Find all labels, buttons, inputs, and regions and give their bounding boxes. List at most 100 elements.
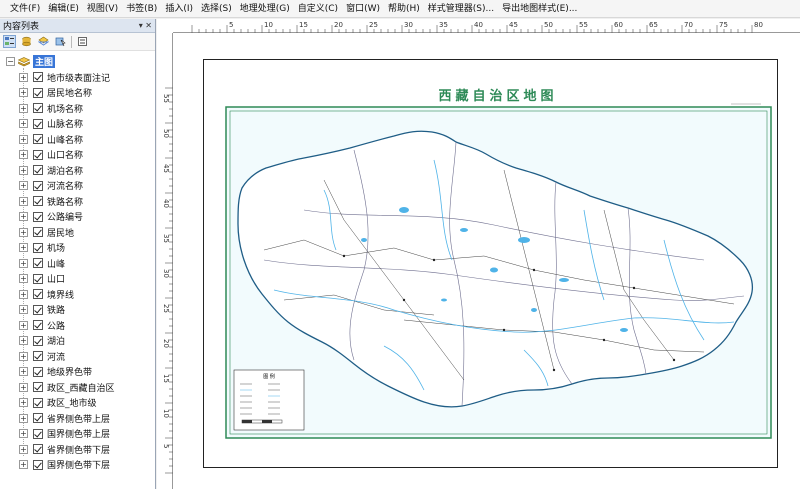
layer-visibility-checkbox[interactable] xyxy=(33,428,43,439)
layer-visibility-checkbox[interactable] xyxy=(33,227,43,238)
layer-visibility-checkbox[interactable] xyxy=(33,180,43,191)
layer-visibility-checkbox[interactable] xyxy=(33,335,43,346)
layer-label[interactable]: 湖泊名称 xyxy=(47,164,83,177)
toc-header-buttons[interactable]: ▾ ✕ xyxy=(139,21,152,30)
map-frame-row[interactable]: − 主图 xyxy=(0,54,155,70)
expand-icon[interactable]: + xyxy=(19,150,28,160)
layer-row[interactable]: + 河流名称 xyxy=(0,178,155,194)
menu-item-10[interactable]: 样式管理器(S)... xyxy=(424,0,498,17)
layer-visibility-checkbox[interactable] xyxy=(33,211,43,222)
layer-label[interactable]: 境界线 xyxy=(47,288,74,301)
layer-visibility-checkbox[interactable] xyxy=(33,289,43,300)
layer-label[interactable]: 省界侧色带上层 xyxy=(47,412,110,425)
layer-visibility-checkbox[interactable] xyxy=(33,273,43,284)
expand-icon[interactable]: + xyxy=(19,336,28,346)
layer-row[interactable]: + 山口名称 xyxy=(0,147,155,163)
options-icon[interactable] xyxy=(76,35,89,48)
layer-row[interactable]: + 公路 xyxy=(0,318,155,334)
layer-row[interactable]: + 山脉名称 xyxy=(0,116,155,132)
layer-label[interactable]: 居民地 xyxy=(47,226,74,239)
layer-label[interactable]: 山峰名称 xyxy=(47,133,83,146)
layer-visibility-checkbox[interactable] xyxy=(33,87,43,98)
layer-row[interactable]: + 政区_西藏自治区 xyxy=(0,380,155,396)
expand-icon[interactable]: + xyxy=(19,72,28,82)
menu-item-1[interactable]: 编辑(E) xyxy=(44,0,83,17)
menu-item-11[interactable]: 导出地图样式(E)... xyxy=(498,0,581,17)
layer-visibility-checkbox[interactable] xyxy=(33,397,43,408)
layout-page[interactable]: 西藏自治区地图 图 例 xyxy=(203,59,778,468)
layer-row[interactable]: + 河流 xyxy=(0,349,155,365)
layer-visibility-checkbox[interactable] xyxy=(33,103,43,114)
map-frame-label[interactable]: 主图 xyxy=(33,55,56,69)
layer-row[interactable]: + 国界侧色带上层 xyxy=(0,426,155,442)
expand-icon[interactable]: + xyxy=(19,460,28,470)
layer-visibility-checkbox[interactable] xyxy=(33,351,43,362)
menu-item-4[interactable]: 插入(I) xyxy=(161,0,197,17)
expand-icon[interactable]: + xyxy=(19,181,28,191)
layer-row[interactable]: + 省界侧色带下层 xyxy=(0,442,155,458)
expand-icon[interactable]: + xyxy=(19,227,28,237)
layer-visibility-checkbox[interactable] xyxy=(33,165,43,176)
menu-item-8[interactable]: 窗口(W) xyxy=(342,0,384,17)
layer-visibility-checkbox[interactable] xyxy=(33,444,43,455)
layer-label[interactable]: 机场名称 xyxy=(47,102,83,115)
layer-label[interactable]: 机场 xyxy=(47,241,65,254)
layer-visibility-checkbox[interactable] xyxy=(33,320,43,331)
layer-label[interactable]: 湖泊 xyxy=(47,334,65,347)
expand-icon[interactable]: + xyxy=(19,429,28,439)
layer-label[interactable]: 山口名称 xyxy=(47,148,83,161)
layer-label[interactable]: 居民地名称 xyxy=(47,86,92,99)
layer-row[interactable]: + 机场名称 xyxy=(0,101,155,117)
expand-icon[interactable]: + xyxy=(19,367,28,377)
layer-label[interactable]: 公路编号 xyxy=(47,210,83,223)
layer-visibility-checkbox[interactable] xyxy=(33,258,43,269)
layer-visibility-checkbox[interactable] xyxy=(33,134,43,145)
layer-label[interactable]: 国界侧色带上层 xyxy=(47,427,110,440)
menu-item-5[interactable]: 选择(S) xyxy=(197,0,236,17)
layer-visibility-checkbox[interactable] xyxy=(33,413,43,424)
expand-icon[interactable]: + xyxy=(19,444,28,454)
layer-row[interactable]: + 国界侧色带下层 xyxy=(0,457,155,473)
layer-label[interactable]: 国界侧色带下层 xyxy=(47,458,110,471)
expand-icon[interactable]: + xyxy=(19,305,28,315)
expand-icon[interactable]: + xyxy=(19,274,28,284)
layer-visibility-checkbox[interactable] xyxy=(33,196,43,207)
layer-label[interactable]: 政区_地市级 xyxy=(47,396,97,409)
expand-icon[interactable]: + xyxy=(19,103,28,113)
layer-visibility-checkbox[interactable] xyxy=(33,242,43,253)
layer-row[interactable]: + 铁路 xyxy=(0,302,155,318)
layer-visibility-checkbox[interactable] xyxy=(33,149,43,160)
expand-icon[interactable]: + xyxy=(19,382,28,392)
layer-row[interactable]: + 政区_地市级 xyxy=(0,395,155,411)
layer-label[interactable]: 地市级表面注记 xyxy=(47,71,110,84)
expand-icon[interactable]: + xyxy=(19,212,28,222)
layer-label[interactable]: 山脉名称 xyxy=(47,117,83,130)
layer-label[interactable]: 公路 xyxy=(47,319,65,332)
layer-visibility-checkbox[interactable] xyxy=(33,366,43,377)
menu-item-0[interactable]: 文件(F) xyxy=(6,0,44,17)
expand-icon[interactable]: + xyxy=(19,351,28,361)
layer-label[interactable]: 政区_西藏自治区 xyxy=(47,381,115,394)
layer-row[interactable]: + 机场 xyxy=(0,240,155,256)
layer-visibility-checkbox[interactable] xyxy=(33,304,43,315)
expand-icon[interactable]: + xyxy=(19,413,28,423)
layer-row[interactable]: + 境界线 xyxy=(0,287,155,303)
list-by-source-icon[interactable] xyxy=(20,35,33,48)
expand-icon[interactable]: + xyxy=(19,398,28,408)
menu-item-2[interactable]: 视图(V) xyxy=(83,0,122,17)
layer-label[interactable]: 铁路名称 xyxy=(47,195,83,208)
menu-item-3[interactable]: 书签(B) xyxy=(122,0,161,17)
expand-icon[interactable]: + xyxy=(19,320,28,330)
layer-label[interactable]: 河流 xyxy=(47,350,65,363)
list-by-visibility-icon[interactable] xyxy=(37,35,50,48)
layer-visibility-checkbox[interactable] xyxy=(33,382,43,393)
layer-visibility-checkbox[interactable] xyxy=(33,72,43,83)
expand-icon[interactable]: + xyxy=(19,196,28,206)
layer-row[interactable]: + 湖泊 xyxy=(0,333,155,349)
layer-row[interactable]: + 居民地 xyxy=(0,225,155,241)
layer-label[interactable]: 河流名称 xyxy=(47,179,83,192)
expand-icon[interactable]: + xyxy=(19,165,28,175)
layer-row[interactable]: + 山峰名称 xyxy=(0,132,155,148)
menu-item-7[interactable]: 自定义(C) xyxy=(294,0,342,17)
expand-icon[interactable]: + xyxy=(19,134,28,144)
